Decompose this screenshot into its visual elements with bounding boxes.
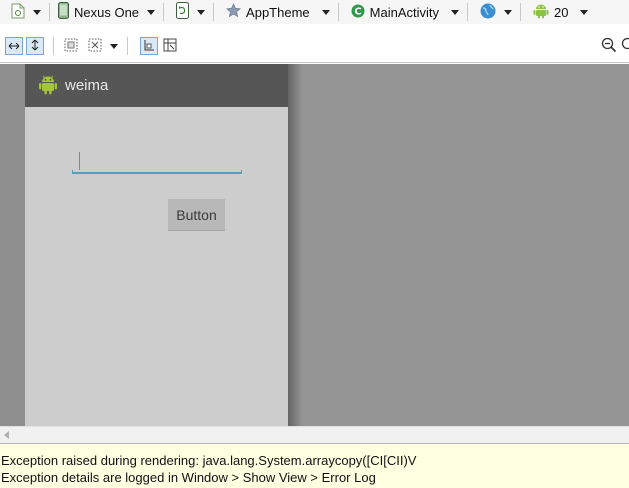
toolbar-divider [0, 62, 629, 63]
chevron-down-icon [147, 9, 156, 15]
chevron-down-icon [197, 9, 206, 15]
orientation-icon [176, 2, 190, 22]
fill-height-icon [30, 39, 40, 54]
toggle-fill-height-button[interactable] [26, 37, 44, 55]
horizontal-scrollbar[interactable] [0, 426, 629, 443]
expand-icon [88, 38, 102, 55]
theme-selector[interactable]: AppTheme [218, 1, 334, 23]
show-margins-button[interactable] [62, 37, 80, 55]
api-level-selector[interactable]: 20 [525, 1, 592, 23]
expand-layout-button[interactable] [86, 37, 104, 55]
toolbar-separator [337, 3, 339, 21]
layout-grid-button[interactable] [161, 37, 179, 55]
render-error-panel: Exception raised during rendering: java.… [0, 443, 629, 488]
edit-text-underline [72, 170, 242, 174]
toolbar-separator [163, 3, 165, 21]
svg-text:C: C [354, 6, 361, 17]
app-launcher-icon [38, 73, 58, 98]
chevron-down-icon [33, 9, 41, 15]
margins-icon [64, 38, 78, 55]
canvas-toolbar [0, 34, 629, 58]
device-label: Nexus One [74, 4, 140, 20]
star-icon [226, 3, 241, 21]
config-file-icon [11, 3, 25, 22]
canvas-margin [0, 64, 25, 426]
toolbar-separator [467, 3, 468, 21]
activity-selector[interactable]: C MainActivity [343, 1, 463, 23]
toggle-fill-width-button[interactable] [5, 37, 23, 55]
chevron-down-icon [504, 9, 512, 15]
preview-button[interactable]: Button [168, 199, 225, 231]
fill-width-icon [8, 39, 20, 54]
chevron-down-icon [321, 9, 330, 15]
config-menu[interactable] [0, 1, 45, 23]
device-selector[interactable]: Nexus One [54, 1, 159, 23]
locale-selector[interactable] [472, 1, 516, 23]
app-title: weima [65, 77, 109, 94]
text-cursor [79, 152, 80, 170]
toolbar-separator [520, 3, 521, 21]
zoom-out-button[interactable] [600, 37, 618, 55]
zoom-out-icon [601, 37, 617, 56]
device-screen[interactable]: weima Button [25, 64, 288, 426]
chevron-down-icon[interactable] [110, 43, 118, 49]
globe-icon [480, 3, 496, 22]
api-level-label: 20 [554, 4, 569, 20]
device-shadow [288, 64, 302, 426]
android-icon [533, 2, 549, 22]
toolbar-separator [213, 3, 215, 21]
zoom-in-button[interactable] [621, 37, 629, 55]
toolbar-separator [53, 37, 54, 55]
layout-edge-icon [143, 39, 155, 54]
action-bar: weima [25, 64, 288, 107]
layout-canvas[interactable]: weima Button [0, 64, 629, 426]
orientation-selector[interactable] [168, 1, 209, 23]
chevron-down-icon [451, 9, 459, 15]
chevron-down-icon [580, 9, 589, 15]
phone-icon [58, 2, 69, 22]
scroll-left-icon[interactable] [4, 431, 9, 439]
theme-label: AppTheme [246, 4, 310, 20]
error-details: Exception details are logged in Window >… [1, 470, 376, 485]
error-message: Exception raised during rendering: java.… [1, 453, 417, 468]
layout-edge-button[interactable] [140, 37, 158, 55]
activity-label: MainActivity [369, 4, 439, 20]
zoom-in-icon [621, 37, 629, 55]
layout-toolbar: Nexus One AppTheme C MainActivity 20 [0, 0, 629, 24]
activity-class-icon: C [351, 4, 365, 21]
edit-text-field[interactable] [72, 152, 242, 174]
layout-grid-icon [163, 38, 177, 55]
toolbar-separator [49, 3, 50, 21]
toolbar-separator [127, 37, 128, 55]
